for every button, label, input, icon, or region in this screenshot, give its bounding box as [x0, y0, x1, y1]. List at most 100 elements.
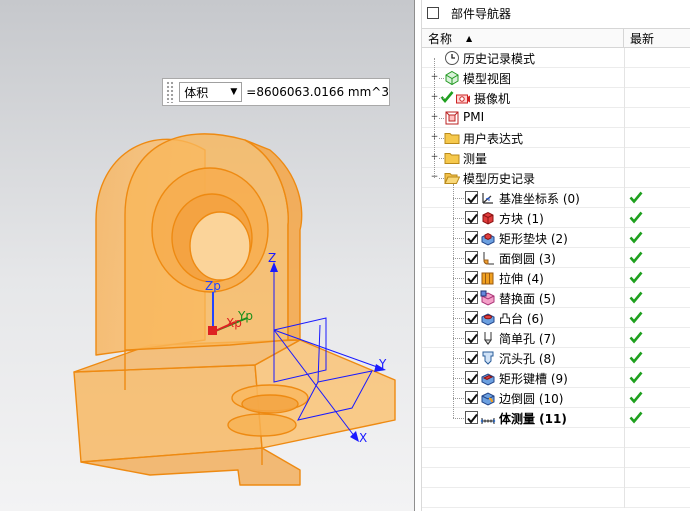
tree-line — [439, 98, 444, 99]
feature-checkbox[interactable] — [465, 331, 478, 344]
feature-checkbox[interactable] — [465, 391, 478, 404]
column-divider — [624, 408, 625, 428]
feature-label: 面倒圆 (3) — [499, 252, 556, 266]
empty-row — [422, 448, 690, 468]
tree-node[interactable]: + 测量 — [422, 148, 690, 168]
tree-line — [453, 418, 464, 419]
graphics-viewport[interactable]: Z Y X Zp Yp Xp 体积 ▼ =8606063.0166 mm^3 — [0, 0, 414, 511]
tree-line — [453, 218, 464, 219]
part-z-label: Zp — [205, 279, 221, 293]
wcs-x-label: X — [359, 431, 367, 445]
column-name-label: 名称 — [428, 31, 453, 46]
tree-line — [453, 378, 464, 379]
panel-splitter[interactable] — [414, 0, 422, 511]
column-divider — [624, 448, 625, 468]
latest-status-icon — [629, 411, 643, 424]
latest-status-icon — [629, 311, 643, 324]
rect-slot-icon — [480, 370, 496, 386]
camera-icon — [455, 90, 471, 106]
empty-row — [422, 488, 690, 508]
feature-checkbox[interactable] — [465, 251, 478, 264]
folder-icon — [444, 130, 460, 146]
feature-label: 沉头孔 (8) — [499, 352, 556, 366]
tree-line — [439, 78, 444, 79]
feature-checkbox[interactable] — [465, 271, 478, 284]
feature-checkbox[interactable] — [465, 311, 478, 324]
column-divider — [624, 468, 625, 488]
wcs-y-label: Y — [378, 357, 387, 371]
replace-face-icon — [480, 290, 496, 306]
tree-line — [453, 278, 464, 279]
feature-label: 凸台 (6) — [499, 312, 544, 326]
tree-line — [453, 358, 464, 359]
tree-node-label: 历史记录模式 — [463, 52, 536, 66]
feature-label: 简单孔 (7) — [499, 332, 556, 346]
measure-type-dropdown[interactable]: 体积 ▼ — [179, 82, 243, 102]
latest-status-icon — [629, 271, 643, 284]
column-divider — [624, 148, 625, 168]
latest-status-icon — [629, 351, 643, 364]
feature-label: 基准坐标系 (0) — [499, 192, 580, 206]
tree-node[interactable]: + 模型视图 — [422, 68, 690, 88]
tree-line — [453, 298, 464, 299]
tree-line — [453, 338, 464, 339]
tree-line — [439, 178, 444, 179]
clock-icon — [444, 50, 460, 66]
model-views-icon — [444, 70, 460, 86]
column-divider — [624, 368, 625, 388]
column-latest-label: 最新 — [630, 31, 655, 46]
part-x-label: Xp — [226, 316, 242, 330]
feature-checkbox[interactable] — [465, 351, 478, 364]
tree-node[interactable]: 历史记录模式 — [422, 48, 690, 68]
tree-node-label: 测量 — [463, 152, 488, 166]
drag-handle-icon[interactable] — [166, 81, 175, 103]
column-header-name[interactable]: 名称 ▲ — [422, 29, 624, 47]
simple-hole-icon — [480, 330, 496, 346]
feature-label: 边倒圆 (10) — [499, 392, 564, 406]
dropdown-arrow-icon: ▼ — [230, 87, 238, 97]
extrude-icon — [480, 270, 496, 286]
folder-open-icon — [444, 170, 461, 186]
feature-checkbox[interactable] — [465, 291, 478, 304]
column-divider — [624, 208, 625, 228]
feature-checkbox[interactable] — [465, 211, 478, 224]
feature-label: 拉伸 (4) — [499, 272, 544, 286]
folder-icon — [444, 150, 460, 166]
column-divider — [624, 88, 625, 108]
empty-row — [422, 428, 690, 448]
column-divider — [624, 428, 625, 448]
pmi-icon — [444, 110, 460, 126]
tree-line — [453, 318, 464, 319]
column-divider — [624, 128, 625, 148]
navigator-toggle[interactable] — [427, 7, 439, 19]
measure-result-bar: 体积 ▼ =8606063.0166 mm^3 — [162, 78, 390, 106]
tree-node[interactable]: + 摄像机 — [422, 88, 690, 108]
part-body — [73, 133, 396, 486]
feature-checkbox[interactable] — [465, 191, 478, 204]
latest-status-icon — [629, 231, 643, 244]
feature-label: 矩形键槽 (9) — [499, 372, 568, 386]
sort-ascending-icon: ▲ — [466, 33, 473, 43]
feature-checkbox[interactable] — [465, 371, 478, 384]
tree-line — [453, 184, 454, 418]
column-divider — [624, 308, 625, 328]
datum-csys-icon — [480, 190, 496, 206]
column-divider — [624, 388, 625, 408]
feature-checkbox[interactable] — [465, 231, 478, 244]
column-header-latest[interactable]: 最新 — [624, 29, 690, 47]
tree-node[interactable]: + 用户表达式 — [422, 128, 690, 148]
tree-line — [439, 158, 444, 159]
feature-checkbox[interactable] — [465, 411, 478, 424]
latest-status-icon — [629, 191, 643, 204]
tree-line — [439, 138, 444, 139]
counterbore-hole-icon — [480, 350, 496, 366]
column-divider — [624, 188, 625, 208]
measure-type-value: 体积 — [184, 85, 209, 100]
measure-value: =8606063.0166 mm^3 — [246, 85, 389, 99]
tree-node-label: 用户表达式 — [463, 132, 524, 146]
latest-status-icon — [629, 371, 643, 384]
navigator-title: 部件导航器 — [451, 6, 512, 21]
model-scene: Z Y X Zp Yp Xp — [73, 133, 396, 486]
tree-node[interactable]: − 模型历史记录 — [422, 168, 690, 188]
tree-node[interactable]: + PMI — [422, 108, 690, 128]
